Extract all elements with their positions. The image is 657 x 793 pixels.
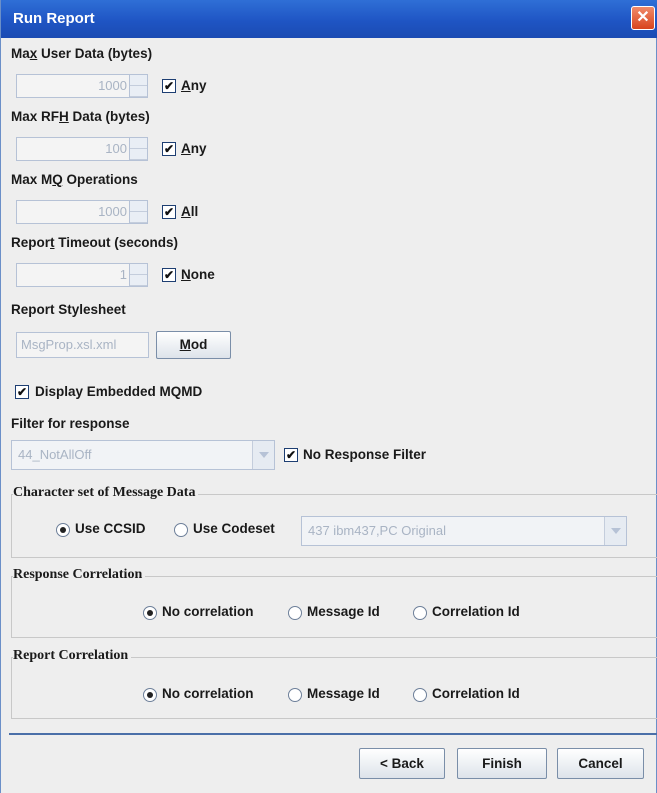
charset-group-title: Character set of Message Data [13, 485, 199, 501]
report-no-correlation-label: No correlation [162, 686, 254, 701]
response-correlation-title: Response Correlation [13, 567, 146, 583]
report-correlation-id-label: Correlation Id [432, 686, 520, 701]
cancel-button[interactable]: Cancel [557, 748, 644, 779]
dialog-title: Run Report [13, 10, 95, 27]
codeset-combo[interactable]: 437 ibm437,PC Original [301, 516, 627, 546]
codeset-value: 437 ibm437,PC Original [308, 523, 447, 538]
response-message-id-label: Message Id [307, 604, 380, 619]
modify-stylesheet-button[interactable]: Mod [156, 331, 231, 359]
max-mq-operations-all-label: All [181, 204, 199, 219]
display-embedded-mqmd-label: Display Embedded MQMD [35, 384, 203, 399]
max-mq-operations-spinner[interactable]: 1000 [16, 200, 148, 224]
max-user-data-value: 1000 [98, 78, 127, 93]
spinner-arrows-icon[interactable] [129, 75, 147, 97]
response-message-id-radio[interactable] [288, 606, 302, 620]
report-timeout-none-checkbox[interactable]: ✔ [162, 268, 176, 282]
title-bar[interactable]: Run Report ✕ [1, 0, 657, 38]
finish-button[interactable]: Finish [457, 748, 547, 779]
max-user-data-any-checkbox[interactable]: ✔ [162, 79, 176, 93]
response-no-correlation-label: No correlation [162, 604, 254, 619]
report-correlation-title: Report Correlation [13, 648, 132, 664]
report-timeout-spinner[interactable]: 1 [16, 263, 148, 287]
max-rfh-data-value: 100 [105, 141, 127, 156]
max-user-data-label: Max User Data (bytes) [11, 46, 153, 61]
max-rfh-data-any-label: Any [181, 141, 207, 156]
report-correlation-id-radio[interactable] [413, 688, 427, 702]
response-no-correlation-radio[interactable] [143, 606, 157, 620]
stylesheet-field[interactable]: MsgProp.xsl.xml [16, 332, 149, 358]
report-message-id-label: Message Id [307, 686, 380, 701]
spinner-arrows-icon[interactable] [129, 201, 147, 223]
spinner-arrows-icon[interactable] [129, 264, 147, 286]
max-user-data-spinner[interactable]: 1000 [16, 74, 148, 98]
max-user-data-any-label: Any [181, 78, 207, 93]
back-button[interactable]: < Back [359, 748, 445, 779]
button-bar-separator [9, 733, 657, 735]
report-no-correlation-radio[interactable] [143, 688, 157, 702]
use-codeset-label: Use Codeset [193, 521, 275, 536]
response-filter-combo[interactable]: 44_NotAllOff [11, 440, 275, 470]
use-ccsid-label: Use CCSID [75, 521, 146, 536]
max-mq-operations-all-checkbox[interactable]: ✔ [162, 205, 176, 219]
report-message-id-radio[interactable] [288, 688, 302, 702]
spinner-arrows-icon[interactable] [129, 138, 147, 160]
no-response-filter-checkbox[interactable]: ✔ [284, 448, 298, 462]
max-mq-operations-label: Max MQ Operations [11, 172, 138, 187]
close-icon[interactable]: ✕ [631, 6, 655, 30]
filter-for-response-label: Filter for response [11, 416, 130, 431]
response-filter-value: 44_NotAllOff [18, 447, 92, 462]
max-rfh-data-spinner[interactable]: 100 [16, 137, 148, 161]
max-rfh-data-any-checkbox[interactable]: ✔ [162, 142, 176, 156]
no-response-filter-label: No Response Filter [303, 447, 427, 462]
report-stylesheet-label: Report Stylesheet [11, 302, 126, 317]
response-correlation-id-label: Correlation Id [432, 604, 520, 619]
chevron-down-icon[interactable] [604, 517, 626, 545]
chevron-down-icon[interactable] [252, 441, 274, 469]
display-embedded-mqmd-checkbox[interactable]: ✔ [15, 385, 29, 399]
report-timeout-none-label: None [181, 267, 215, 282]
max-mq-operations-value: 1000 [98, 204, 127, 219]
report-timeout-value: 1 [119, 267, 127, 282]
response-correlation-id-radio[interactable] [413, 606, 427, 620]
use-codeset-radio[interactable] [174, 523, 188, 537]
max-rfh-data-label: Max RFH Data (bytes) [11, 109, 150, 124]
run-report-dialog: Run Report ✕ Max User Data (bytes) 1000 … [0, 0, 657, 793]
report-timeout-label: Report Timeout (seconds) [11, 235, 179, 250]
use-ccsid-radio[interactable] [56, 523, 70, 537]
